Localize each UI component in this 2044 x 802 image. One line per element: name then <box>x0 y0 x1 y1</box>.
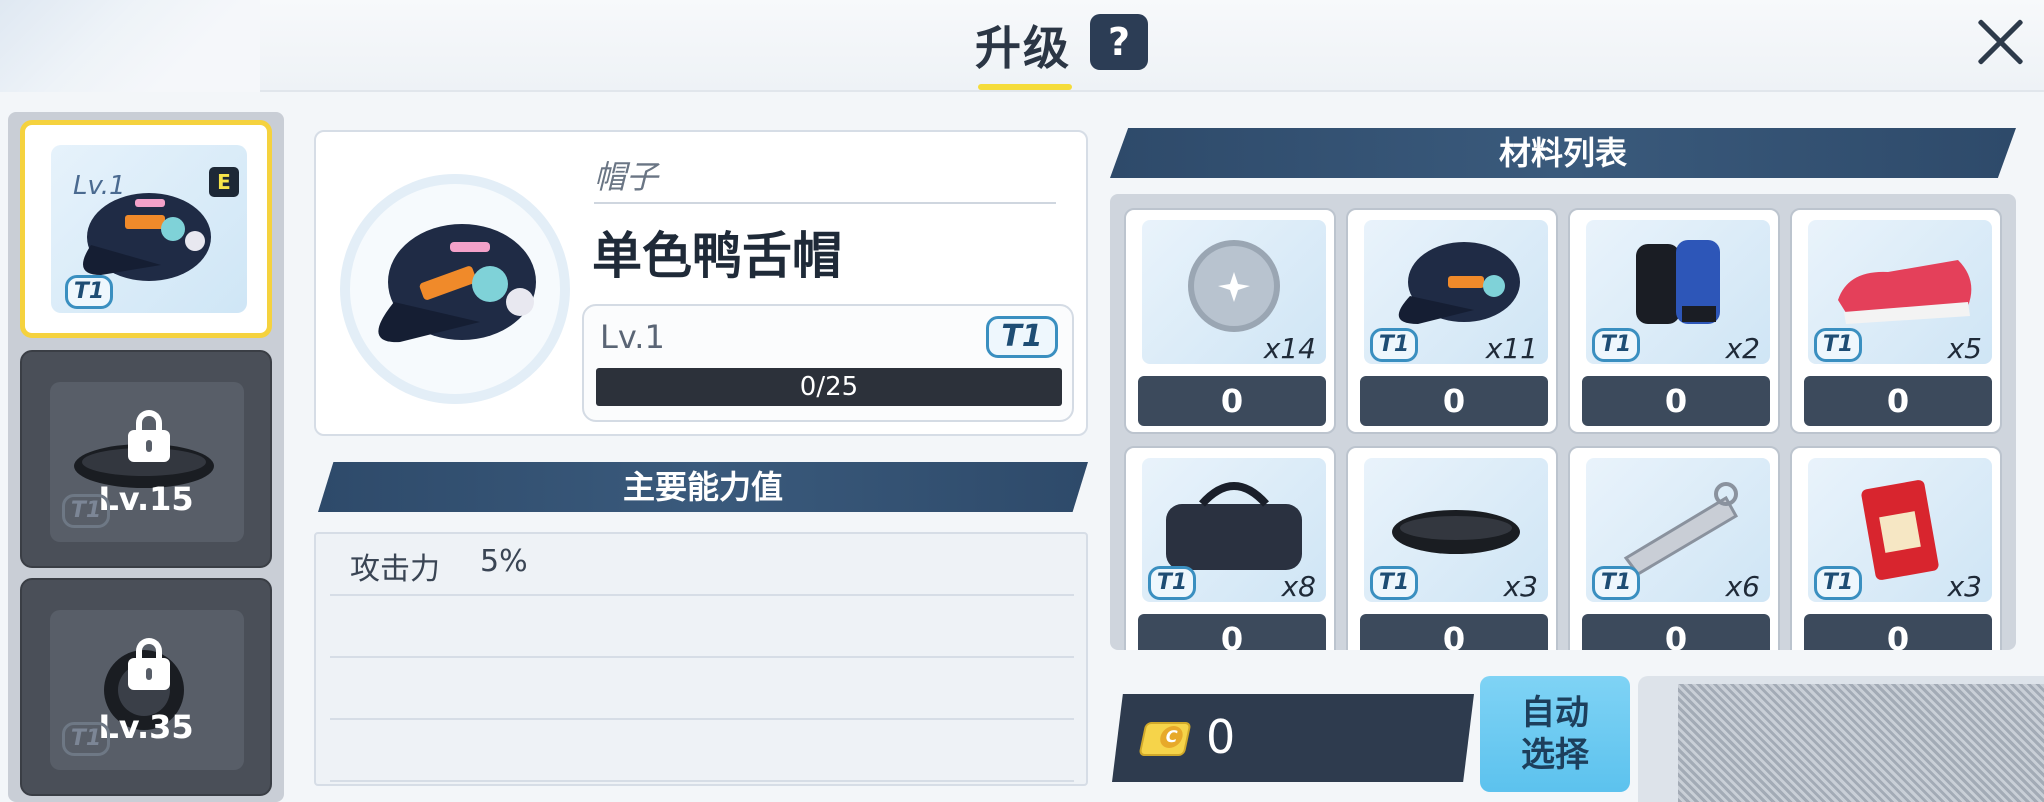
material-item[interactable]: x14 0 <box>1124 196 1336 434</box>
material-qty: x2 <box>1725 332 1760 365</box>
material-item[interactable]: T1 x2 0 <box>1568 196 1780 434</box>
material-count: 0 <box>1138 376 1326 426</box>
item-category: 帽子 <box>594 158 659 196</box>
stat-value: 5% <box>480 544 528 579</box>
divider <box>594 202 1056 204</box>
gold-value: 0 <box>1206 710 1236 764</box>
material-qty: x11 <box>1485 332 1538 365</box>
page-title: 升级 <box>975 21 1071 75</box>
tier-badge: T1 <box>1592 328 1640 362</box>
materials-heading: 材料列表 <box>1110 128 2016 178</box>
stat-row-empty <box>330 720 1074 782</box>
unlock-level: Lv.35 <box>98 708 194 746</box>
top-bar: 升级 ? <box>0 0 2044 92</box>
material-qty: x3 <box>1947 570 1982 603</box>
item-name: 单色鸭舌帽 <box>592 227 842 285</box>
tier-badge: T1 <box>1370 328 1418 362</box>
help-button[interactable]: ? <box>1090 14 1148 70</box>
header-decoration <box>0 0 260 92</box>
material-count: 0 <box>1138 614 1326 650</box>
tier-badge: T1 <box>62 494 110 528</box>
title-underline <box>978 84 1072 90</box>
close-icon[interactable] <box>1974 16 2026 68</box>
obscured-region <box>1678 684 2044 802</box>
stats-heading: 主要能力值 <box>318 462 1088 512</box>
level-box: Lv.1 T1 0/25 <box>582 304 1074 422</box>
material-qty: x5 <box>1947 332 1982 365</box>
tier-badge: T1 <box>986 316 1058 358</box>
tier-badge: T1 <box>62 722 110 756</box>
material-item[interactable]: T1 x5 0 <box>1790 196 2002 434</box>
material-count: 0 <box>1360 614 1548 650</box>
tier-badge: T1 <box>65 275 113 309</box>
material-qty: x14 <box>1263 332 1316 365</box>
tier-badge: T1 <box>1814 328 1862 362</box>
stat-row-empty <box>330 658 1074 720</box>
tier-badge: T1 <box>1814 566 1862 600</box>
level-slot-locked[interactable]: Lv.15 T1 <box>20 350 272 568</box>
slot-level: Lv.1 <box>73 171 126 201</box>
tier-badge: T1 <box>1592 566 1640 600</box>
tier-badge: T1 <box>1370 566 1418 600</box>
level-sidebar: Lv.1 E T1 Lv.15 T1 Lv.35 T1 <box>8 112 284 802</box>
stats-panel: 攻击力 5% <box>314 532 1088 786</box>
rank-badge: E <box>209 167 239 197</box>
coin-icon: C <box>1138 722 1192 756</box>
material-count: 0 <box>1804 614 1992 650</box>
material-item[interactable]: T1 x6 0 <box>1568 434 1780 650</box>
material-count: 0 <box>1804 376 1992 426</box>
material-item[interactable]: T1 x3 0 <box>1346 434 1558 650</box>
tier-badge: T1 <box>1148 566 1196 600</box>
coin-symbol: C <box>1158 726 1185 748</box>
level-slot-locked[interactable]: Lv.35 T1 <box>20 578 272 796</box>
stat-row-empty <box>330 596 1074 658</box>
material-qty: x6 <box>1725 570 1760 603</box>
stat-row: 攻击力 5% <box>330 534 1074 596</box>
material-item[interactable]: T1 x3 0 <box>1790 434 2002 650</box>
material-count: 0 <box>1582 614 1770 650</box>
lock-icon <box>128 410 170 462</box>
gold-cost-display: C 0 <box>1112 694 1474 782</box>
unlock-level: Lv.15 <box>98 480 194 518</box>
materials-grid: x14 0 T1 x11 0 T1 x2 0 T1 x5 0 T1 x8 0 T… <box>1110 194 2016 650</box>
lock-icon <box>128 638 170 690</box>
material-item[interactable]: T1 x8 0 <box>1124 434 1336 650</box>
level-slot-selected[interactable]: Lv.1 E T1 <box>20 120 272 338</box>
item-info-panel: 帽子 单色鸭舌帽 Lv.1 T1 0/25 <box>314 130 1088 436</box>
stat-label: 攻击力 <box>350 552 440 587</box>
material-item[interactable]: T1 x11 0 <box>1346 196 1558 434</box>
material-qty: x8 <box>1281 570 1316 603</box>
item-image-frame <box>340 174 570 404</box>
material-count: 0 <box>1582 376 1770 426</box>
material-count: 0 <box>1360 376 1548 426</box>
auto-select-button[interactable]: 自动 选择 <box>1480 676 1630 792</box>
auto-select-label: 自动 选择 <box>1521 693 1589 775</box>
xp-progress-bar: 0/25 <box>596 368 1062 406</box>
cap-icon <box>378 224 536 343</box>
material-qty: x3 <box>1503 570 1538 603</box>
item-level: Lv.1 <box>600 318 665 356</box>
confirm-button-obscured[interactable] <box>1638 676 2044 802</box>
